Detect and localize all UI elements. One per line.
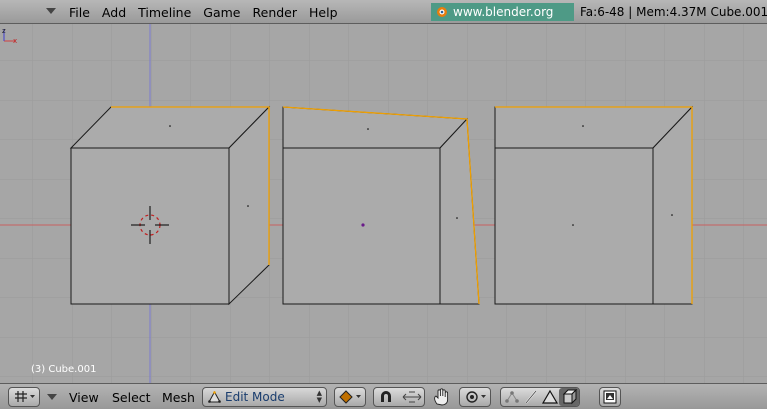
menu-help[interactable]: Help [303, 5, 344, 20]
shading-button[interactable] [334, 387, 366, 407]
scene-stats: Fa:6-48 | Mem:4.37M Cube.001 [580, 5, 767, 19]
menu-collapse-icon[interactable] [46, 393, 58, 402]
svg-text:z: z [2, 27, 6, 35]
active-object-label: (3) Cube.001 [31, 364, 97, 375]
window-type-button[interactable] [8, 387, 40, 407]
menu-collapse-icon[interactable] [45, 6, 57, 16]
pivot-button[interactable] [459, 387, 491, 407]
updown-icon: ▲ ▼ [316, 389, 322, 404]
edit-mode-icon [208, 391, 221, 403]
menu-mesh[interactable]: Mesh [162, 390, 195, 405]
render-button[interactable] [599, 387, 621, 407]
occlude-icon[interactable] [559, 388, 579, 406]
cube-middle[interactable] [282, 106, 480, 305]
menu-timeline[interactable]: Timeline [132, 5, 197, 20]
select-mode-group [500, 387, 580, 407]
mode-select-label: Edit Mode [225, 390, 285, 404]
menu-render[interactable]: Render [247, 5, 304, 20]
menu-add[interactable]: Add [96, 5, 132, 20]
cube-left[interactable] [69, 105, 271, 306]
shading-icon [339, 390, 361, 404]
main-menu: File Add Timeline Game Render Help [63, 5, 344, 20]
face-select-icon[interactable] [541, 389, 559, 405]
info-header: File Add Timeline Game Render Help www.b… [0, 0, 767, 37]
pivot-icon [466, 391, 486, 403]
menu-file[interactable]: File [63, 5, 96, 20]
magnet-icon[interactable] [377, 390, 395, 404]
cube-right[interactable] [494, 105, 694, 305]
3d-viewport[interactable]: z x (3) Cube.001 [0, 24, 767, 383]
mode-select[interactable]: Edit Mode ▲ ▼ [202, 387, 327, 407]
hand-icon[interactable] [432, 388, 452, 406]
blender-website-link[interactable]: www.blender.org 237 [431, 3, 574, 37]
window-type-icon [15, 391, 35, 402]
vertex-select-icon[interactable] [503, 389, 521, 405]
blender-logo-icon [437, 7, 447, 17]
edge-select-icon[interactable] [522, 389, 540, 405]
menu-select[interactable]: Select [112, 390, 151, 405]
3d-view-header: View Select Mesh Edit Mode ▲ ▼ [0, 383, 767, 409]
transform-tools-group [373, 387, 425, 407]
menu-game[interactable]: Game [197, 5, 246, 20]
transform-icon[interactable] [401, 390, 423, 404]
menu-view[interactable]: View [69, 390, 99, 405]
render-icon [603, 390, 617, 404]
axes-gizmo-icon: z x [2, 27, 17, 44]
viewport-canvas[interactable] [0, 24, 767, 383]
svg-text:x: x [13, 37, 17, 44]
